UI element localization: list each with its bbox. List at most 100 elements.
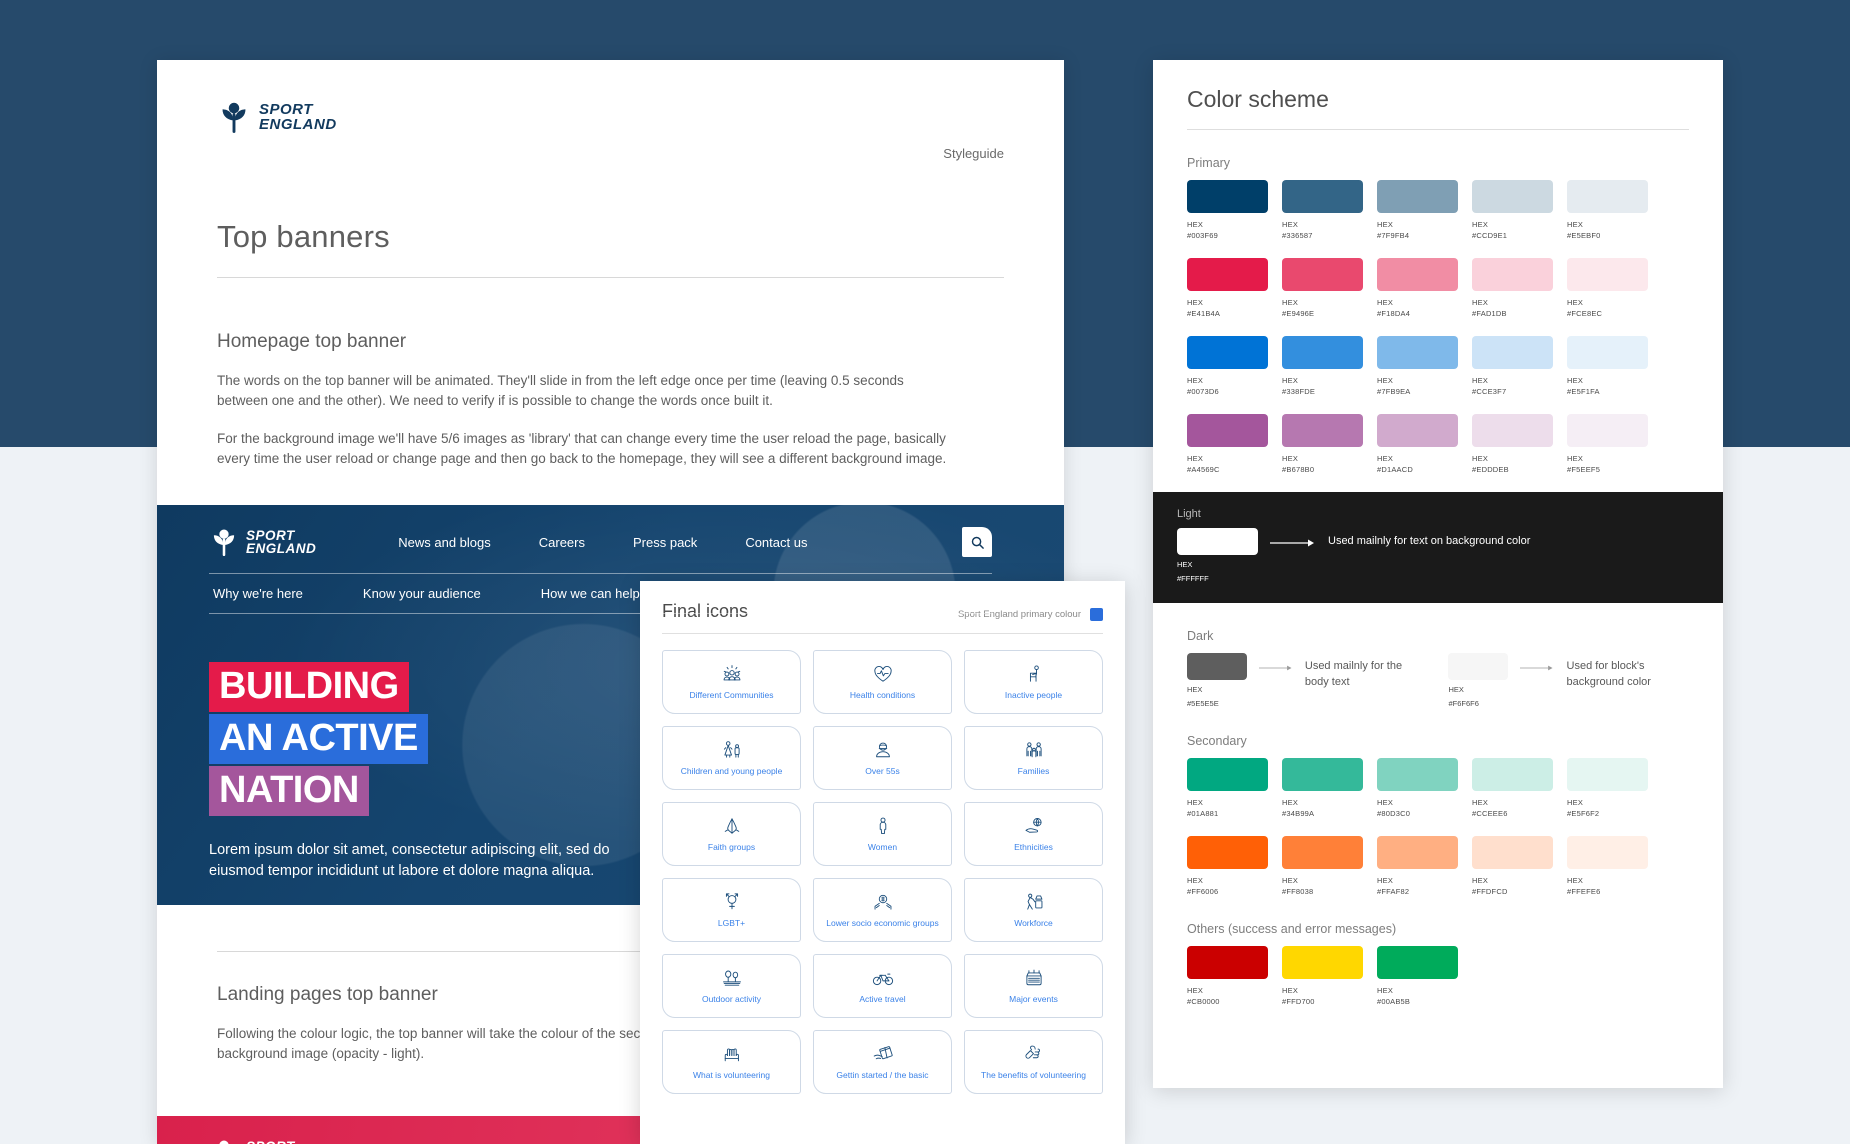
nav-press-pack[interactable]: Press pack xyxy=(633,535,697,550)
icon-card-label: Active travel xyxy=(859,994,906,1004)
color-swatch: HEX #FFEFE6 xyxy=(1567,836,1648,896)
icon-card-label: Lower socio economic groups xyxy=(826,918,939,928)
icon-card[interactable]: Major events xyxy=(964,954,1103,1018)
hex-label: HEX xyxy=(1187,798,1204,807)
primary-section-label: Primary xyxy=(1187,156,1231,170)
color-chip xyxy=(1187,946,1268,979)
hex-value: #E9496E xyxy=(1282,309,1315,318)
banner-nav-top: SPORT ENGLAND News and blogs Careers Pre… xyxy=(209,527,992,557)
color-chip xyxy=(1377,336,1458,369)
hex-label: HEX xyxy=(1282,298,1299,307)
color-swatch: HEX #E41B4A xyxy=(1187,258,1268,318)
title-divider xyxy=(217,277,1004,278)
hex-value: #FFDFCD xyxy=(1472,887,1508,896)
hex-label: HEX xyxy=(1377,298,1394,307)
light-usage-block: Light HEX #FFFFFF Used mailnly for text … xyxy=(1153,492,1723,603)
window-hand-icon xyxy=(870,1043,896,1065)
hex-value: #CCEEE6 xyxy=(1472,809,1508,818)
section-heading-homepage: Homepage top banner xyxy=(217,331,407,352)
nav-campaigns-and-our-work[interactable]: Campaigns and our work xyxy=(700,586,845,601)
red-banner-logo-wordmark: SPORT ENGLAND xyxy=(246,1139,316,1144)
color-swatch: HEX #E5F1FA xyxy=(1567,336,1648,396)
nav-why-were-here[interactable]: Why we're here xyxy=(213,586,303,601)
banner-logo-wordmark: SPORT ENGLAND xyxy=(246,527,316,556)
sport-england-mark-icon xyxy=(222,102,246,133)
icon-card[interactable]: The benefits of volunteering xyxy=(964,1030,1103,1094)
color-swatch: HEX #003F69 xyxy=(1187,180,1268,240)
nav-contact-us[interactable]: Contact us xyxy=(745,535,807,550)
icon-card-label: The benefits of volunteering xyxy=(981,1070,1086,1080)
icon-card[interactable]: Outdoor activity xyxy=(662,954,801,1018)
icon-card[interactable]: Workforce xyxy=(964,878,1103,942)
swatch-row: HEX #0073D6 HEX #338FDE HEX #7FB9EA HEX #CCE3F7… xyxy=(1187,336,1689,396)
hex-label: HEX xyxy=(1448,685,1464,694)
color-swatch: HEX #336587 xyxy=(1282,180,1363,240)
icon-card[interactable]: What is volunteering xyxy=(662,1030,801,1094)
hex-value: #A4569C xyxy=(1187,465,1220,474)
swatch-row: HEX #E41B4A HEX #E9496E HEX #F18DA4 HEX #FAD1DB… xyxy=(1187,258,1689,318)
hex-label: HEX xyxy=(1282,454,1299,463)
color-scheme-panel: Color scheme Primary HEX #003F69 HEX #33658… xyxy=(1153,60,1723,1088)
red-banner-nav-top: SPORT ENGLAND News and blogs xyxy=(209,1138,992,1144)
light-chip xyxy=(1177,528,1258,555)
color-chip xyxy=(1377,946,1458,979)
secondary-swatch-rows: HEX #01A881 HEX #34B99A HEX #80D3C0 HEX #CCEEE6… xyxy=(1187,758,1689,896)
dark-usage-pair-1: HEX #5E5E5E Used mailnly for the body te… xyxy=(1187,653,1412,708)
nav-know-your-audience[interactable]: Know your audience xyxy=(363,586,481,601)
color-swatch: HEX #FF8038 xyxy=(1282,836,1363,896)
icon-card[interactable]: Gettin started / the basic xyxy=(813,1030,952,1094)
color-swatch: HEX #F18DA4 xyxy=(1377,258,1458,318)
nav-how-we-can-help[interactable]: How we can help xyxy=(541,586,640,601)
hex-label: HEX xyxy=(1377,376,1394,385)
color-swatch: HEX #FAD1DB xyxy=(1472,258,1553,318)
hero-line-1: BUILDING xyxy=(209,662,409,712)
icon-card[interactable]: Lower socio economic groups xyxy=(813,878,952,942)
icon-card[interactable]: Active travel xyxy=(813,954,952,1018)
icon-card-label: What is volunteering xyxy=(692,1070,770,1080)
arrow-right-icon xyxy=(1520,665,1554,671)
search-button[interactable] xyxy=(962,527,992,557)
color-swatch: HEX #FFAF82 xyxy=(1377,836,1458,896)
color-chip xyxy=(1187,258,1268,291)
hex-label: HEX xyxy=(1187,220,1204,229)
color-chip xyxy=(1472,258,1553,291)
landing-top-banner-mock: SPORT ENGLAND News and blogs xyxy=(157,1116,1064,1144)
dark-chip-1 xyxy=(1187,653,1247,680)
color-swatch: HEX #CB0000 xyxy=(1187,946,1268,1006)
hex-value: #D1AACD xyxy=(1377,465,1413,474)
color-chip xyxy=(1472,414,1553,447)
color-swatch: HEX #338FDE xyxy=(1282,336,1363,396)
nav-careers[interactable]: Careers xyxy=(539,535,585,550)
swatch-row: HEX #FF6006 HEX #FF8038 HEX #FFAF82 HEX #FFDFCD… xyxy=(1187,836,1689,896)
section-paragraph-1: The words on the top banner will be anim… xyxy=(217,373,904,408)
light-usage-row: HEX #FFFFFF Used mailnly for text on bac… xyxy=(1177,528,1699,583)
color-scheme-title: Color scheme xyxy=(1187,86,1329,112)
hex-value: #E41B4A xyxy=(1187,309,1221,318)
nav-news-and-blogs[interactable]: News and blogs xyxy=(398,535,491,550)
icon-card-label: Major events xyxy=(1009,994,1058,1004)
worker-icon xyxy=(1021,891,1047,913)
hex-value: #E5F1FA xyxy=(1567,387,1600,396)
logo-line-1: SPORT xyxy=(246,527,295,543)
hex-value: #FF6006 xyxy=(1187,887,1219,896)
color-swatch: HEX #CCD9E1 xyxy=(1472,180,1553,240)
helping-hand-icon xyxy=(1021,1043,1047,1065)
hex-value: #CCE3F7 xyxy=(1472,387,1507,396)
hex-label: HEX xyxy=(1472,798,1489,807)
color-swatch: HEX #E9496E xyxy=(1282,258,1363,318)
dark-chip-2 xyxy=(1448,653,1509,680)
color-swatch: HEX #E5F6F2 xyxy=(1567,758,1648,818)
color-swatch: HEX #CCE3F7 xyxy=(1472,336,1553,396)
hex-label: HEX xyxy=(1377,876,1394,885)
dark-usage-text-1: Used mailnly for the body text xyxy=(1304,660,1403,688)
red-banner-nav: SPORT ENGLAND News and blogs xyxy=(157,1116,1064,1144)
color-swatch: HEX #FCE8EC xyxy=(1567,258,1648,318)
hex-label: HEX xyxy=(1187,298,1204,307)
color-swatch: HEX #01A881 xyxy=(1187,758,1268,818)
icon-card-label: Workforce xyxy=(1014,918,1053,928)
hex-label: HEX xyxy=(1187,876,1204,885)
swatch-row: HEX #A4569C HEX #B678B0 HEX #D1AACD HEX #EDDDEB… xyxy=(1187,414,1689,474)
hex-label: HEX xyxy=(1377,220,1394,229)
color-swatch: HEX #00AB5B xyxy=(1377,946,1458,1006)
icon-card[interactable]: LGBT+ xyxy=(662,878,801,942)
